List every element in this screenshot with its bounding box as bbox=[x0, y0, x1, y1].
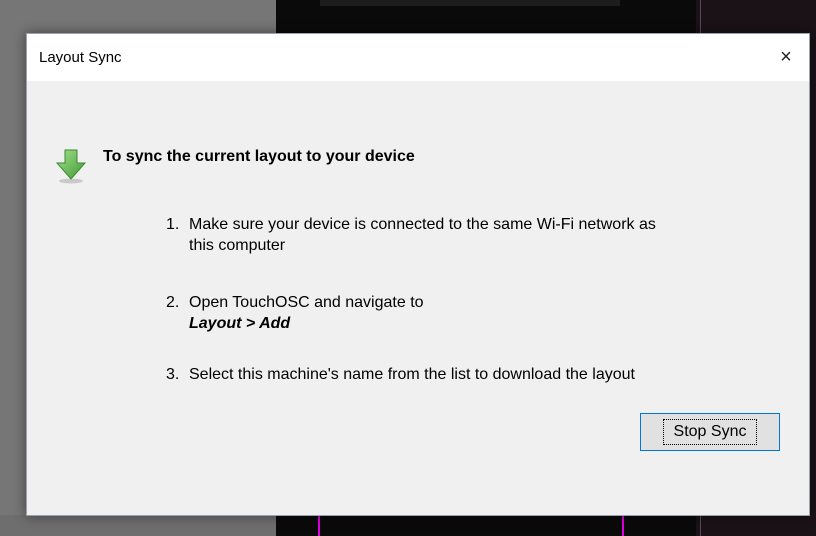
list-item: 2. Open TouchOSC and navigate to Layout … bbox=[166, 294, 424, 332]
stop-sync-label: Stop Sync bbox=[662, 419, 758, 445]
dialog-titlebar[interactable]: Layout Sync × bbox=[27, 34, 809, 81]
close-icon: × bbox=[780, 46, 792, 68]
menu-path: Layout > Add bbox=[189, 315, 291, 332]
dialog-title: Layout Sync bbox=[39, 49, 122, 66]
list-item: 1. Make sure your device is connected to… bbox=[166, 216, 656, 254]
layout-sync-dialog: Layout Sync × To sync the current layout… bbox=[26, 33, 810, 516]
list-item: 3. Select this machine's name from the l… bbox=[166, 366, 635, 383]
background-top-bar bbox=[320, 0, 620, 6]
green-down-arrow-icon bbox=[55, 149, 87, 184]
stop-sync-button[interactable]: Stop Sync bbox=[640, 413, 780, 451]
background-bottom-left bbox=[0, 515, 276, 536]
instructions-heading: To sync the current layout to your devic… bbox=[103, 148, 415, 165]
close-button[interactable]: × bbox=[763, 34, 809, 81]
